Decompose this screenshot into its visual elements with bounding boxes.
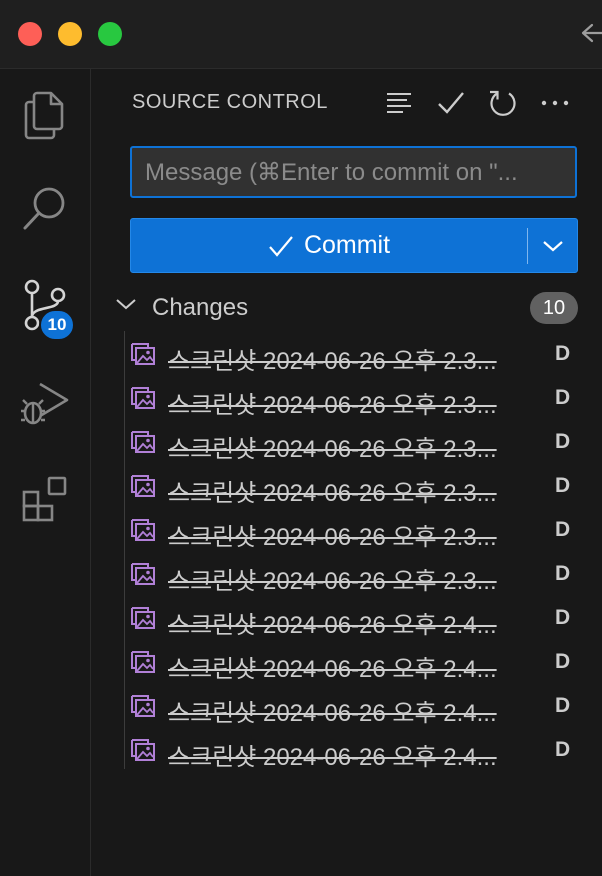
more-actions-button[interactable]	[539, 87, 571, 119]
image-file-icon	[131, 343, 155, 365]
back-arrow-icon[interactable]	[578, 18, 602, 48]
check-icon	[269, 235, 293, 257]
panel-title: SOURCE CONTROL	[132, 91, 328, 113]
changes-file-list: 스크린샷 2024-06-26 오후 2.3... D 스크린샷 2024-06…	[131, 333, 581, 773]
file-status-deleted: D	[555, 518, 571, 541]
file-status-deleted: D	[555, 386, 571, 409]
image-file-icon	[131, 519, 155, 541]
changed-file-row[interactable]: 스크린샷 2024-06-26 오후 2.3... D	[131, 465, 581, 509]
changes-section-header[interactable]: Changes 10	[115, 291, 585, 327]
zoom-window-button[interactable]	[98, 22, 122, 46]
search-icon	[23, 187, 65, 230]
changed-file-name: 스크린샷 2024-06-26 오후 2.3...	[168, 436, 497, 463]
changed-file-name: 스크린샷 2024-06-26 오후 2.3...	[168, 480, 497, 507]
file-status-deleted: D	[555, 694, 571, 717]
file-status-deleted: D	[555, 430, 571, 453]
changes-label: Changes	[152, 294, 249, 321]
image-file-icon	[131, 695, 155, 717]
changed-file-row[interactable]: 스크린샷 2024-06-26 오후 2.4... D	[131, 597, 581, 641]
chevron-down-icon	[116, 299, 136, 310]
run-debug-icon	[21, 382, 69, 425]
extensions-icon	[22, 476, 67, 522]
activity-explorer[interactable]	[0, 75, 90, 155]
commit-dropdown-button[interactable]	[528, 219, 578, 272]
refresh-button[interactable]	[487, 87, 519, 119]
close-window-button[interactable]	[18, 22, 42, 46]
minimize-window-button[interactable]	[58, 22, 82, 46]
image-file-icon	[131, 563, 155, 585]
changed-file-name: 스크린샷 2024-06-26 오후 2.3...	[168, 392, 497, 419]
changed-file-row[interactable]: 스크린샷 2024-06-26 오후 2.3... D	[131, 377, 581, 421]
changed-file-row[interactable]: 스크린샷 2024-06-26 오후 2.4... D	[131, 641, 581, 685]
file-status-deleted: D	[555, 606, 571, 629]
changed-file-row[interactable]: 스크린샷 2024-06-26 오후 2.4... D	[131, 729, 581, 773]
tree-indent-guide	[124, 331, 125, 769]
refresh-icon	[490, 90, 516, 116]
file-status-deleted: D	[555, 650, 571, 673]
commit-check-button[interactable]	[435, 87, 467, 119]
source-control-badge: 10	[39, 309, 75, 341]
image-file-icon	[131, 651, 155, 673]
changed-file-name: 스크린샷 2024-06-26 오후 2.4...	[168, 612, 497, 639]
title-bar	[0, 0, 602, 69]
chevron-down-icon	[543, 240, 563, 251]
file-status-deleted: D	[555, 738, 571, 761]
activity-extensions[interactable]	[0, 459, 90, 539]
changed-file-name: 스크린샷 2024-06-26 오후 2.3...	[168, 348, 497, 375]
image-file-icon	[131, 607, 155, 629]
activity-run-and-debug[interactable]	[0, 363, 90, 443]
activity-search[interactable]	[0, 169, 90, 249]
commit-message-placeholder: Message (⌘Enter to commit on "...	[145, 158, 518, 186]
view-as-tree-icon	[387, 93, 411, 113]
commit-message-input[interactable]: Message (⌘Enter to commit on "...	[130, 146, 577, 198]
activity-bar: 10	[0, 69, 91, 876]
file-status-deleted: D	[555, 342, 571, 365]
changed-file-row[interactable]: 스크린샷 2024-06-26 오후 2.3... D	[131, 421, 581, 465]
changed-file-row[interactable]: 스크린샷 2024-06-26 오후 2.3... D	[131, 333, 581, 377]
changed-file-name: 스크린샷 2024-06-26 오후 2.4...	[168, 700, 497, 727]
image-file-icon	[131, 475, 155, 497]
check-icon	[438, 92, 464, 114]
commit-button-label: Commit	[303, 231, 391, 259]
file-status-deleted: D	[555, 562, 571, 585]
image-file-icon	[131, 739, 155, 761]
changes-count-badge: 10	[530, 292, 578, 324]
commit-button[interactable]: Commit	[131, 219, 527, 272]
changed-file-name: 스크린샷 2024-06-26 오후 2.4...	[168, 744, 497, 771]
files-icon	[24, 91, 64, 140]
changed-file-row[interactable]: 스크린샷 2024-06-26 오후 2.3... D	[131, 553, 581, 597]
changed-file-row[interactable]: 스크린샷 2024-06-26 오후 2.3... D	[131, 509, 581, 553]
commit-button-group: Commit	[130, 218, 578, 273]
changed-file-row[interactable]: 스크린샷 2024-06-26 오후 2.4... D	[131, 685, 581, 729]
changed-file-name: 스크린샷 2024-06-26 오후 2.4...	[168, 656, 497, 683]
file-status-deleted: D	[555, 474, 571, 497]
image-file-icon	[131, 431, 155, 453]
more-icon	[541, 100, 569, 106]
image-file-icon	[131, 387, 155, 409]
changed-file-name: 스크린샷 2024-06-26 오후 2.3...	[168, 524, 497, 551]
changed-file-name: 스크린샷 2024-06-26 오후 2.3...	[168, 568, 497, 595]
source-control-panel: SOURCE CONTROL Message (⌘Enter to commit…	[91, 69, 602, 876]
view-as-tree-button[interactable]	[383, 87, 415, 119]
